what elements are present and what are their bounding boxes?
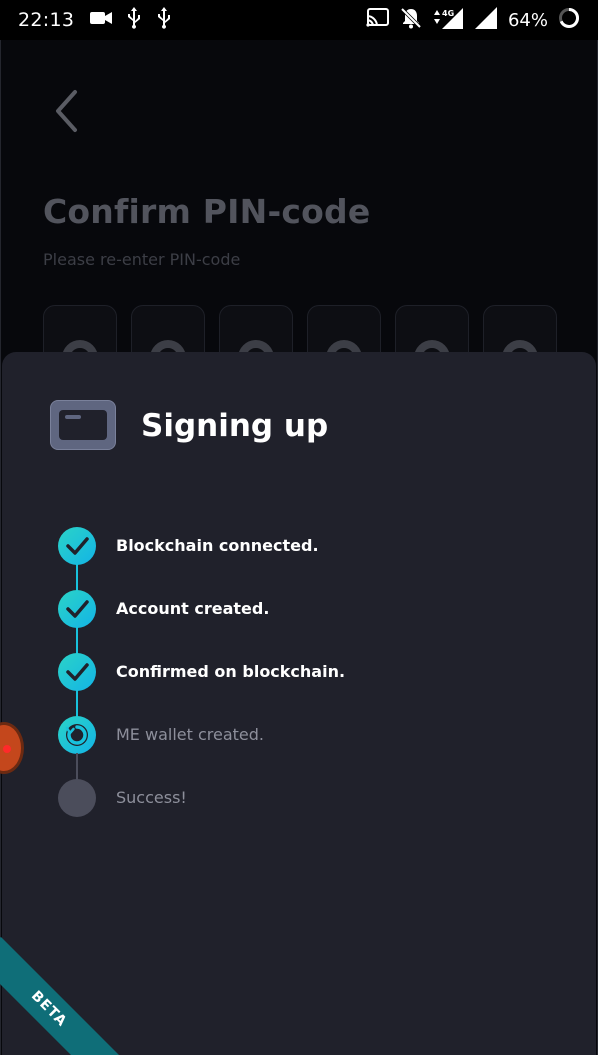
signal-icon bbox=[474, 7, 498, 33]
step-label: Success! bbox=[116, 788, 187, 807]
battery-icon bbox=[558, 7, 580, 33]
step-label: Blockchain connected. bbox=[116, 536, 319, 555]
step-item: ME wallet created. bbox=[58, 716, 345, 780]
step-label: Confirmed on blockchain. bbox=[116, 662, 346, 681]
svg-text:4G: 4G bbox=[442, 9, 454, 18]
notifications-off-icon bbox=[400, 7, 422, 33]
step-connector bbox=[76, 753, 78, 780]
step-label: ME wallet created. bbox=[116, 725, 265, 744]
page-title: Confirm PIN-code bbox=[43, 192, 371, 231]
cast-icon bbox=[366, 8, 390, 32]
check-icon bbox=[58, 527, 96, 565]
check-icon bbox=[58, 590, 96, 628]
status-left-icons bbox=[90, 7, 172, 33]
step-item: Account created. bbox=[58, 590, 345, 654]
status-time: 22:13 bbox=[18, 9, 75, 31]
pending-circle-icon bbox=[58, 779, 96, 817]
step-connector bbox=[76, 564, 78, 591]
battery-percent: 64% bbox=[507, 9, 548, 31]
back-button[interactable] bbox=[41, 88, 91, 138]
step-connector bbox=[76, 690, 78, 717]
wallet-card-icon bbox=[50, 400, 116, 450]
loading-spinner-icon bbox=[58, 716, 96, 754]
usb-icon bbox=[126, 7, 142, 33]
usb-icon bbox=[156, 7, 172, 33]
step-item: Success! bbox=[58, 779, 345, 842]
signing-up-sheet: Signing up Blockchain connected. Account… bbox=[2, 352, 596, 1055]
step-item: Confirmed on blockchain. bbox=[58, 653, 346, 717]
sheet-title: Signing up bbox=[141, 408, 329, 444]
step-item: Blockchain connected. bbox=[58, 527, 345, 591]
step-label: Account created. bbox=[116, 599, 270, 618]
status-right-icons: 4G 64% bbox=[366, 7, 580, 33]
chevron-left-icon bbox=[53, 89, 79, 137]
signal-4g-icon: 4G bbox=[432, 7, 464, 33]
check-icon bbox=[58, 653, 96, 691]
page-subtitle: Please re-enter PIN-code bbox=[43, 250, 241, 269]
status-bar: 22:13 4G 64% bbox=[0, 0, 598, 40]
video-camera-icon bbox=[90, 10, 113, 30]
progress-steps: Blockchain connected. Account created. C… bbox=[58, 527, 345, 842]
step-connector bbox=[76, 627, 78, 654]
